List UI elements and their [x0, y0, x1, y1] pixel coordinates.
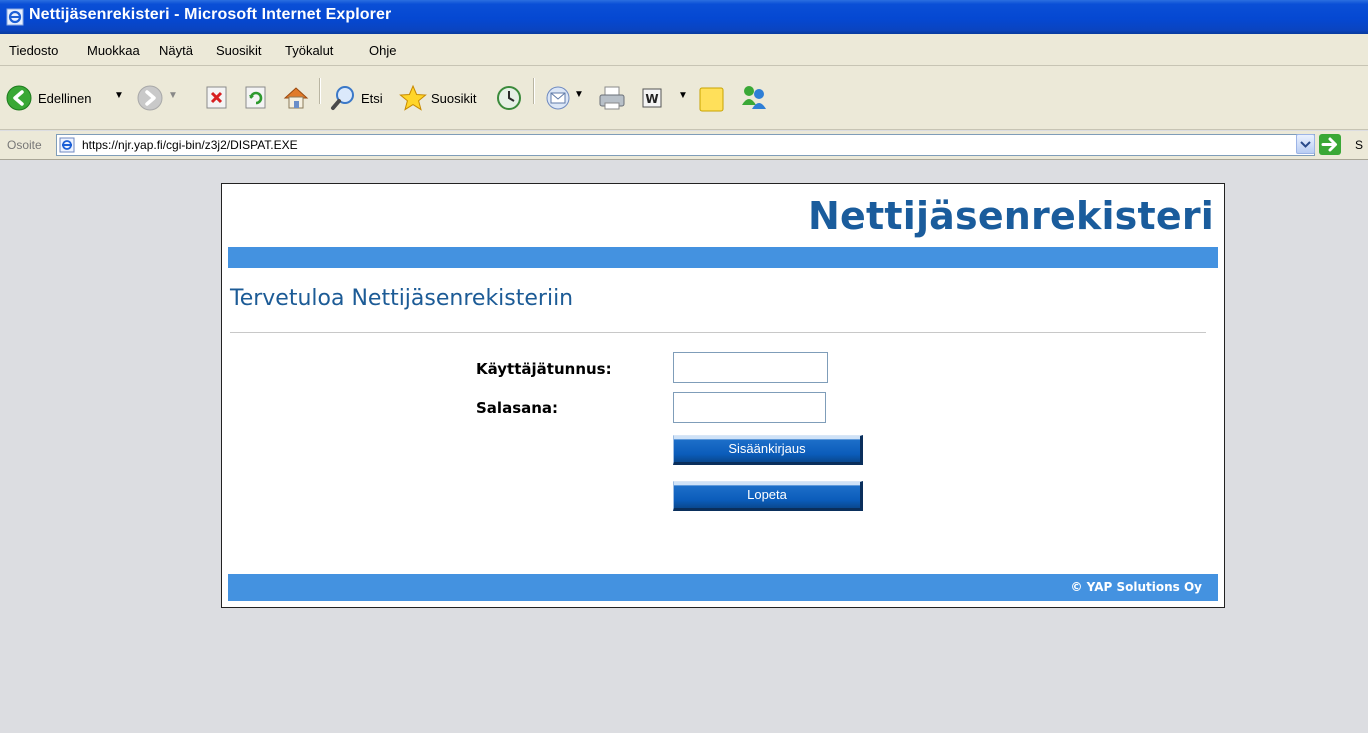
address-bar: Osoite https://njr.yap.fi/cgi-bin/z3j2/D…	[0, 131, 1368, 160]
stop-icon	[206, 86, 227, 109]
toolbar-separator	[319, 78, 321, 104]
svg-text:W: W	[645, 92, 658, 106]
home-icon	[283, 87, 309, 109]
mail-button[interactable]: ▼	[544, 84, 586, 112]
discuss-button[interactable]	[698, 85, 726, 113]
menu-item-favorites[interactable]: Suosikit	[216, 43, 262, 58]
page-icon	[59, 137, 75, 153]
search-icon	[331, 86, 354, 110]
login-panel: Nettijäsenrekisteri Tervetuloa Nettijäse…	[221, 183, 1225, 608]
address-input[interactable]: https://njr.yap.fi/cgi-bin/z3j2/DISPAT.E…	[56, 134, 1315, 156]
edit-dropdown-icon[interactable]: ▼	[678, 90, 688, 101]
username-label: Käyttäjätunnus:	[476, 360, 612, 378]
go-arrow-icon	[1321, 137, 1337, 152]
history-icon	[497, 86, 521, 110]
favorites-star-icon	[399, 84, 427, 111]
back-label: Edellinen	[38, 91, 92, 106]
mail-icon	[546, 86, 570, 110]
messenger-button[interactable]	[738, 83, 770, 113]
menu-item-file[interactable]: Tiedosto	[9, 43, 58, 58]
favorites-button[interactable]: Suosikit	[398, 84, 488, 112]
window-title-bar[interactable]: Nettijäsenrekisteri - Microsoft Internet…	[0, 0, 1368, 34]
toolbar-separator	[533, 78, 535, 104]
page-heading: Tervetuloa Nettijäsenrekisteriin	[230, 286, 574, 311]
menu-item-edit[interactable]: Muokkaa	[87, 43, 140, 58]
stop-button[interactable]	[205, 86, 229, 110]
chevron-down-icon	[1300, 141, 1311, 148]
back-arrow-icon	[6, 85, 32, 111]
site-brand-title: Nettijäsenrekisteri	[808, 194, 1214, 238]
search-button[interactable]: Etsi	[330, 84, 390, 112]
header-band	[228, 247, 1218, 268]
quit-button[interactable]: Lopeta	[673, 481, 863, 511]
mail-dropdown-icon[interactable]: ▼	[574, 89, 584, 100]
menu-bar: Tiedosto Muokkaa Näytä Suosikit Työkalut…	[0, 34, 1368, 66]
footer-band: © YAP Solutions Oy	[228, 574, 1218, 601]
toolbar: Edellinen ▼ ▼ Etsi Suosikit ▼ W ▼	[0, 66, 1368, 130]
history-button[interactable]	[495, 84, 523, 112]
messenger-icon	[742, 86, 766, 109]
address-url: https://njr.yap.fi/cgi-bin/z3j2/DISPAT.E…	[82, 138, 298, 152]
menu-item-help[interactable]: Ohje	[369, 43, 396, 58]
back-button[interactable]: Edellinen ▼	[6, 85, 126, 113]
forward-dropdown-icon[interactable]: ▼	[168, 90, 178, 101]
forward-button[interactable]: ▼	[137, 85, 181, 113]
login-button[interactable]: Sisäänkirjaus	[673, 435, 863, 465]
home-button[interactable]	[282, 84, 310, 112]
favorites-label: Suosikit	[431, 91, 477, 106]
address-label: Osoite	[7, 138, 42, 152]
internet-explorer-icon	[6, 8, 24, 26]
address-dropdown-button[interactable]	[1296, 134, 1315, 154]
menu-item-view[interactable]: Näytä	[159, 43, 193, 58]
heading-divider	[230, 332, 1206, 333]
password-input[interactable]	[673, 392, 826, 423]
note-icon	[699, 87, 724, 112]
menu-item-tools[interactable]: Työkalut	[285, 43, 333, 58]
refresh-icon	[245, 86, 266, 109]
refresh-button[interactable]	[244, 86, 268, 110]
back-dropdown-icon[interactable]: ▼	[114, 90, 124, 101]
username-input[interactable]	[673, 352, 828, 383]
go-button[interactable]	[1319, 134, 1341, 155]
edit-button[interactable]: W ▼	[640, 86, 690, 110]
print-button[interactable]	[597, 84, 627, 112]
print-icon	[599, 86, 625, 110]
password-label: Salasana:	[476, 399, 559, 417]
go-label[interactable]: S	[1355, 138, 1363, 152]
forward-arrow-icon	[137, 85, 163, 111]
copyright-text: © YAP Solutions Oy	[1070, 580, 1202, 594]
word-edit-icon: W	[642, 88, 662, 108]
window-title: Nettijäsenrekisteri - Microsoft Internet…	[29, 6, 392, 23]
search-label: Etsi	[361, 91, 383, 106]
